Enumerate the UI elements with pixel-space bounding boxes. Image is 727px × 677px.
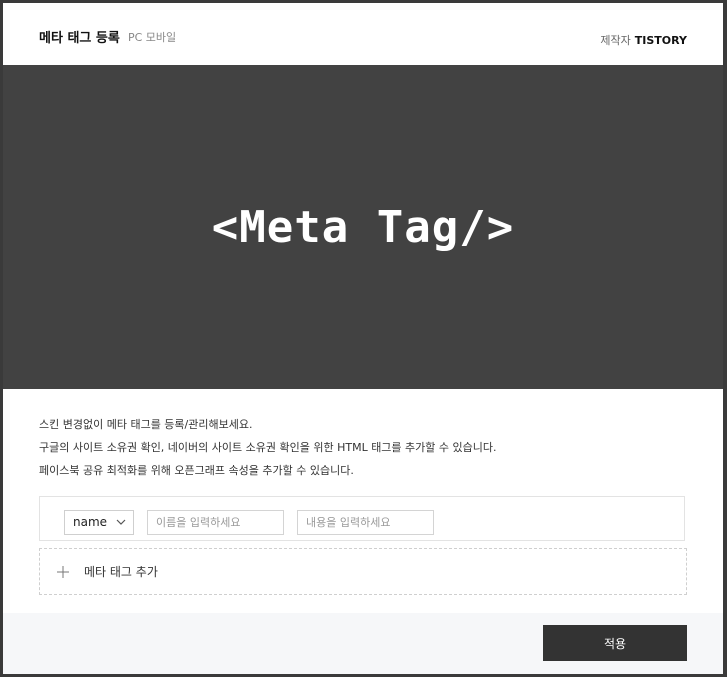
modal-footer: 적용 (3, 613, 723, 674)
tag-name-input[interactable] (147, 510, 284, 535)
description-line: 페이스북 공유 최적화를 위해 오픈그래프 속성을 추가할 수 있습니다. (39, 464, 354, 477)
maker-label: 제작자 (600, 34, 631, 47)
banner-text: <Meta Tag/> (211, 201, 515, 253)
tag-type-select[interactable]: name (64, 510, 134, 535)
maker-info: 제작자 TISTORY (600, 32, 687, 48)
modal-title: 메타 태그 등록 (39, 31, 120, 46)
add-meta-tag-button[interactable]: 메타 태그 추가 (39, 548, 687, 595)
meta-tag-row: name (39, 496, 685, 541)
description-line: 스킨 변경없이 메타 태그를 등록/관리해보세요. (39, 418, 253, 431)
description-line: 구글의 사이트 소유권 확인, 네이버의 사이트 소유권 확인을 위한 HTML… (39, 441, 497, 454)
tag-content-input[interactable] (297, 510, 434, 535)
modal-header: 메타 태그 등록 PC 모바일 제작자 TISTORY (3, 3, 723, 65)
apply-button[interactable]: 적용 (543, 625, 687, 661)
meta-tag-modal: 메타 태그 등록 PC 모바일 제작자 TISTORY <Meta Tag/> 스… (3, 3, 723, 674)
description: 스킨 변경없이 메타 태그를 등록/관리해보세요. 구글의 사이트 소유권 확인… (3, 389, 723, 482)
add-meta-tag-label: 메타 태그 추가 (84, 565, 158, 579)
plus-icon (57, 565, 69, 578)
banner: <Meta Tag/> (3, 65, 723, 389)
tag-type-value: name (73, 515, 108, 529)
maker-name: TISTORY (634, 34, 687, 47)
chevron-down-icon (116, 519, 126, 525)
platform-subtitle: PC 모바일 (128, 31, 177, 44)
